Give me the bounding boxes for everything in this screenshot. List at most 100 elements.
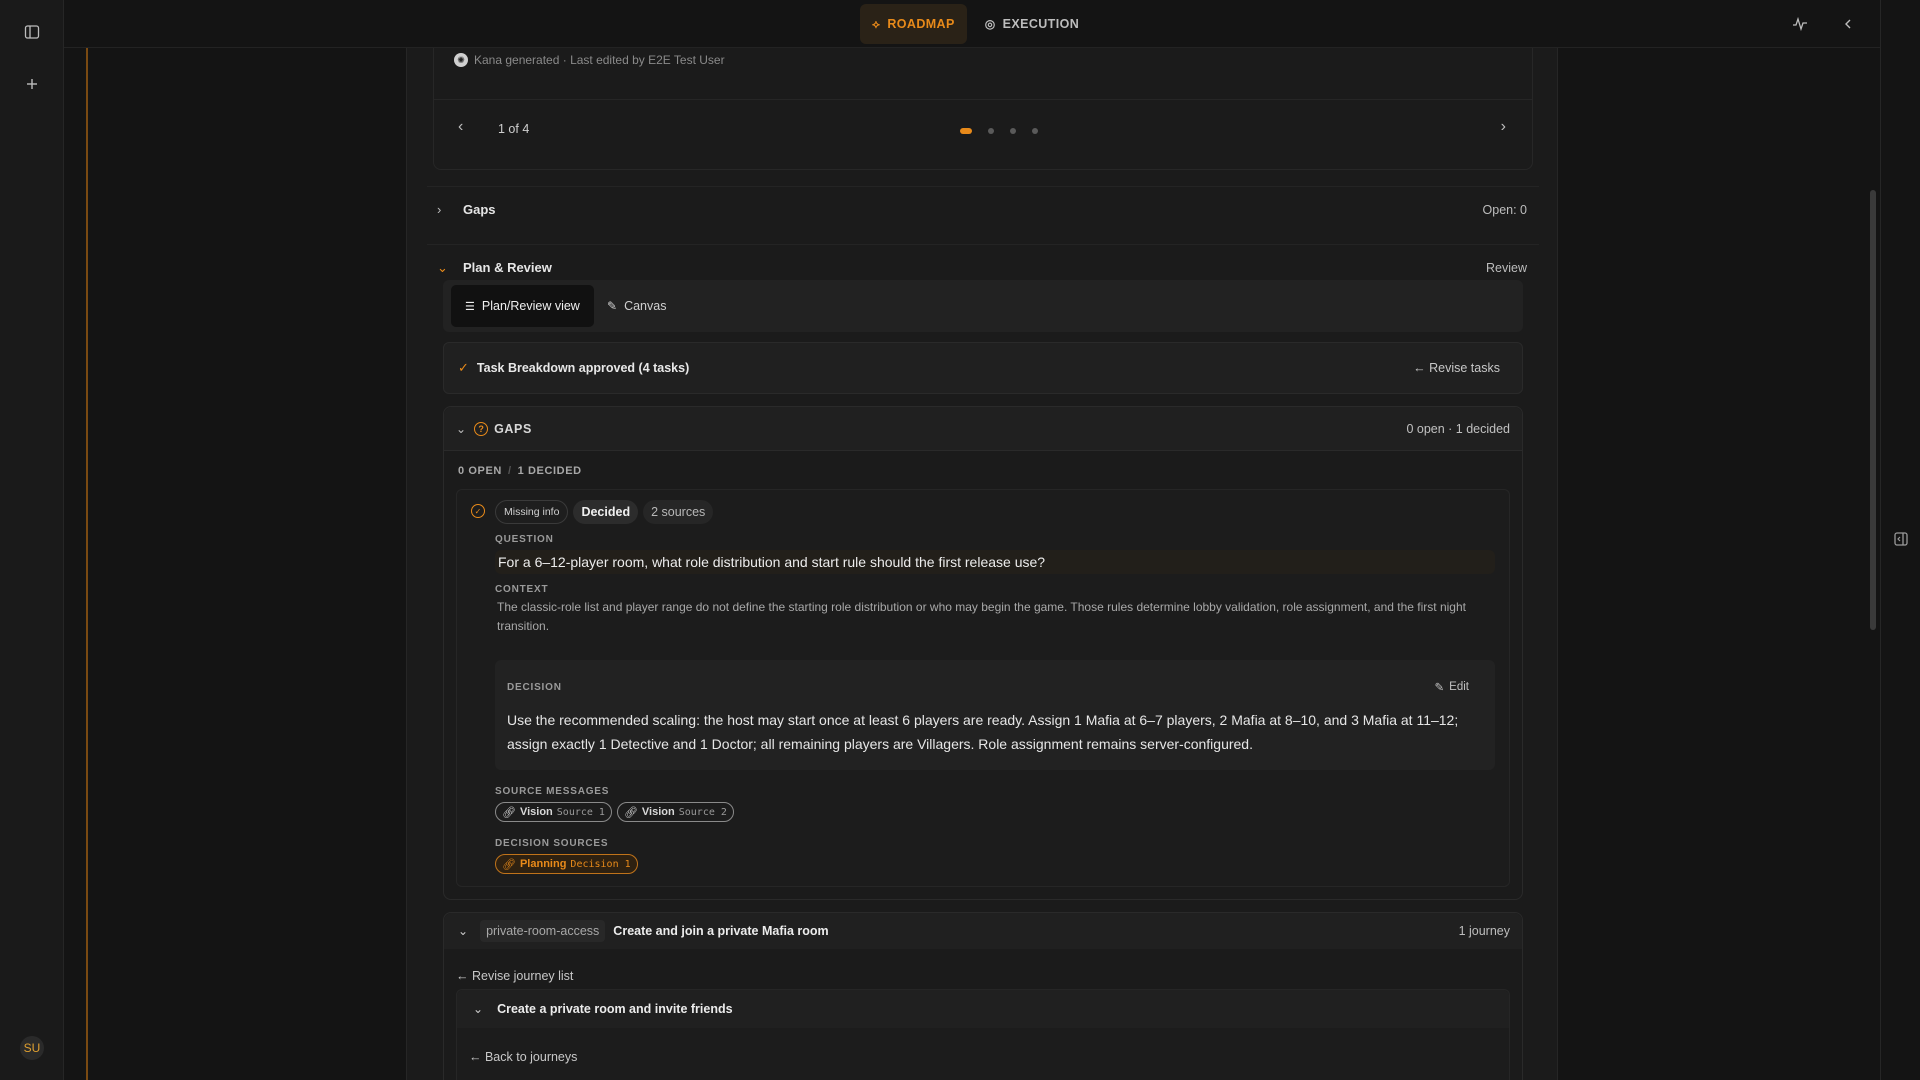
back-to-journeys-link[interactable]: ← Back to journeys [469,1050,577,1064]
journey-item-header[interactable]: ⌄ Create a private room and invite frien… [457,990,1509,1028]
right-panel-strip [1880,0,1920,1080]
source-message-chip[interactable]: 🔗︎ Vision Source 2 [616,802,734,822]
missing-info-badge: Missing info [495,500,569,524]
page-dots [960,128,1038,134]
decided-count-label: 1 DECIDED [517,465,582,477]
page-dot-3[interactable] [1010,128,1016,134]
collapse-left-icon[interactable] [1836,12,1860,36]
journey-item: ⌄ Create a private room and invite frien… [456,989,1510,1080]
section-gaps[interactable]: › Gaps Open: 0 [427,186,1539,232]
section-plan-review-title: Plan & Review [463,260,552,275]
source-kind: Vision [519,806,553,818]
tab-execution-label: EXECUTION [1002,17,1080,31]
approved-title: Task Breakdown approved (4 tasks) [476,361,690,375]
credit-line: ✺ Kana generated · Last edited by E2E Te… [454,53,725,67]
list-check-icon: ☰ [465,300,475,313]
chevron-right-icon: › [437,202,442,217]
decided-badge: Decided [573,500,639,524]
context-text: The classic-role list and player range d… [497,600,1466,633]
left-rail: SU [0,0,64,1080]
source-messages-label: SOURCE MESSAGES [495,786,610,797]
page-indicator: 1 of 4 [498,122,530,136]
toggle-sidebar-icon[interactable] [20,20,44,44]
credit-text: Kana generated · Last edited by E2E Test… [474,53,725,67]
decision-label: DECISION [507,682,562,693]
edit-label: Edit [1449,681,1469,693]
chevron-down-icon: ⌄ [458,924,469,938]
decision-box: DECISION ✎ Edit Use the recommended scal… [495,660,1495,770]
previous-page-icon[interactable]: ‹ [458,118,463,136]
page-dot-2[interactable] [988,128,994,134]
tab-execution[interactable]: ◎ EXECUTION [973,4,1091,44]
decision-source-kind: Planning [519,858,567,870]
main-content: ✺ Kana generated · Last edited by E2E Te… [406,48,1558,1080]
question-text: For a 6–12-player room, what role distri… [495,550,1495,574]
section-gaps-title: Gaps [463,202,496,217]
vision-pager-card: ✺ Kana generated · Last edited by E2E Te… [433,48,1533,170]
plus-icon[interactable] [20,72,44,96]
page-dot-1[interactable] [960,128,972,134]
plan-review-view-label: Plan/Review view [481,299,580,313]
chevron-down-icon: ⌄ [437,259,448,275]
tab-roadmap[interactable]: ⟡ ROADMAP [860,4,967,44]
timeline-line [86,48,88,1080]
gap-chips: Missing info Decided 2 sources [495,500,714,524]
activity-icon[interactable] [1788,12,1812,36]
context-label: CONTEXT [495,584,549,595]
task-breakdown-approved: ✓ Task Breakdown approved (4 tasks) ← Re… [443,342,1523,394]
decision-source-ref: Decision 1 [570,858,631,870]
plan-review-view-button[interactable]: ☰ Plan/Review view [451,285,594,327]
scrollbar-thumb[interactable] [1870,190,1876,630]
section-gaps-open-count: Open: 0 [1482,202,1527,217]
sparkle-icon: ⟡ [872,16,881,31]
journey-group: ⌄ private-room-access Create and join a … [443,912,1523,1080]
decision-sources-list: 🔗︎ Planning Decision 1 [495,854,638,874]
view-toggle: ☰ Plan/Review view ✎ Canvas [443,280,1523,332]
gaps-panel-label: GAPS [494,421,532,436]
link-icon: 🔗︎ [502,806,516,819]
target-icon: ◎ [984,17,996,31]
section-plan-review-status: Review [1486,260,1527,275]
journey-item-title: Create a private room and invite friends [497,1002,733,1016]
gaps-panel-count: 0 open · 1 decided [1406,421,1510,436]
open-count-label: 0 OPEN [458,465,502,477]
source-ref: Source 1 [556,806,605,818]
link-icon: 🔗︎ [623,806,638,819]
gaps-panel-header[interactable]: ⌄ ? GAPS 0 open · 1 decided [444,407,1522,451]
revise-journey-list-link[interactable]: ← Revise journey list [456,969,573,983]
next-page-icon[interactable]: › [1501,118,1506,136]
sources-badge[interactable]: 2 sources [643,500,714,524]
source-message-chip[interactable]: 🔗︎ Vision Source 1 [495,802,612,822]
tab-roadmap-label: ROADMAP [887,17,955,31]
journey-count: 1 journey [1458,924,1510,938]
gap-item: ✓ Missing info Decided 2 sources QUESTIO… [456,489,1510,887]
user-avatar[interactable]: SU [20,1036,44,1060]
question-label: QUESTION [495,534,554,545]
source-kind: Vision [641,806,675,818]
top-bar: ⟡ ROADMAP ◎ EXECUTION [64,0,1880,48]
pencil-icon: ✎ [607,299,618,313]
journey-title: Create and join a private Mafia room [613,924,829,938]
decision-text: Use the recommended scaling: the host ma… [507,712,1459,752]
page-dot-4[interactable] [1032,128,1038,134]
canvas-view-button[interactable]: ✎ Canvas [593,285,680,327]
revise-tasks-link[interactable]: ← Revise tasks [1413,361,1500,375]
journey-slug: private-room-access [480,920,606,942]
canvas-view-label: Canvas [624,299,667,313]
pencil-icon: ✎ [1434,682,1445,694]
journey-group-header[interactable]: ⌄ private-room-access Create and join a … [444,913,1522,949]
pager-row: ‹ 1 of 4 › [434,99,1532,159]
check-circle-icon: ✓ [471,504,485,518]
question-circle-icon: ? [474,421,489,436]
decision-source-chip[interactable]: 🔗︎ Planning Decision 1 [495,854,638,874]
mode-tabs: ⟡ ROADMAP ◎ EXECUTION [860,4,1091,44]
edit-decision-button[interactable]: ✎ Edit [1435,680,1469,694]
check-icon: ✓ [458,360,469,375]
gaps-panel: ⌄ ? GAPS 0 open · 1 decided 0 OPEN / 1 DEC… [443,406,1523,900]
source-ref: Source 2 [678,806,727,818]
chevron-down-icon: ⌄ [456,421,467,436]
link-icon: 🔗︎ [502,858,516,871]
decision-sources-label: DECISION SOURCES [495,838,609,849]
panel-toggle-icon[interactable] [1893,531,1909,552]
source-messages-list: 🔗︎ Vision Source 1 🔗︎ Vision Source 2 [495,802,734,822]
